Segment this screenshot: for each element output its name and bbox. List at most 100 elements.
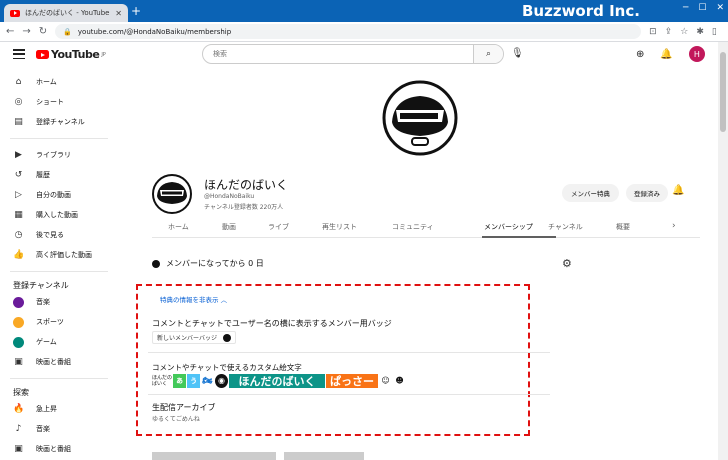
account-avatar[interactable]: H <box>688 46 705 62</box>
sidebar-item-music[interactable]: ♪ 音楽 <box>0 419 120 439</box>
perk-divider <box>148 352 550 353</box>
sidebar-item-purchases[interactable]: ▦ 購入した動画 <box>0 205 120 225</box>
chevron-right-icon[interactable]: › <box>672 221 676 231</box>
scrollbar-thumb[interactable] <box>720 52 726 132</box>
sidebar-item-label: ホーム <box>36 78 57 86</box>
home-icon: ⌂ <box>15 77 22 87</box>
tab-membership[interactable]: メンバーシップ <box>484 222 533 232</box>
music-channel-icon <box>13 296 24 308</box>
tab-playlists[interactable]: 再生リスト <box>322 222 357 232</box>
new-tab-button[interactable]: + <box>131 4 141 18</box>
back-icon[interactable]: ← <box>6 26 14 37</box>
emoji-passa-text: ぱっさー <box>326 373 378 388</box>
sidebar-item-label: 登録チャンネル <box>36 118 85 126</box>
lock-icon: 🔒 <box>63 27 72 36</box>
sidebar-item-your-videos[interactable]: ▷ 自分の動画 <box>0 185 120 205</box>
bookmark-star-icon[interactable]: ☆ <box>680 27 688 37</box>
sidebar-item-library[interactable]: ▶ ライブラリ <box>0 145 120 165</box>
tab-about[interactable]: 概要 <box>616 222 630 232</box>
youtube-logo[interactable]: YouTube JP <box>36 48 106 61</box>
subscribed-button[interactable]: 登録済み <box>626 184 668 202</box>
hide-perks-label: 特典の情報を非表示 <box>160 296 219 304</box>
tab-live[interactable]: ライブ <box>268 222 289 232</box>
chevron-up-icon: ︿ <box>220 296 228 304</box>
video-thumbnails <box>152 452 364 460</box>
channel-handle: @HondaNoBaiku <box>204 193 255 200</box>
purchases-icon: ▦ <box>14 210 23 220</box>
maximize-icon[interactable]: ☐ <box>698 3 706 13</box>
sidebar-item-label: 自分の動画 <box>36 191 71 199</box>
member-badge-icon <box>222 333 231 342</box>
minimize-icon[interactable]: ─ <box>683 3 688 13</box>
movies-icon: ▣ <box>14 444 23 454</box>
sports-channel-icon <box>13 316 24 328</box>
sidebar-divider <box>10 378 108 379</box>
sidebar-sub-sports[interactable]: スポーツ <box>0 312 120 332</box>
sidebar-sub-music[interactable]: 音楽 <box>0 292 120 312</box>
emoji-blue: ぅ <box>187 373 200 388</box>
sidebar-sub-gaming[interactable]: ゲーム <box>0 332 120 352</box>
sidebar-item-label: 購入した動画 <box>36 211 78 219</box>
extensions-icon[interactable]: ✱ <box>696 27 704 37</box>
sidebar-item-history[interactable]: ↺ 履歴 <box>0 165 120 185</box>
hide-perks-toggle[interactable]: 特典の情報を非表示 ︿ <box>160 294 227 304</box>
sidebar-item-label: 履歴 <box>36 171 50 179</box>
sidebar-item-label: 急上昇 <box>36 405 57 413</box>
search-button[interactable]: ⌕ <box>473 45 503 63</box>
tab-close-icon[interactable]: ✕ <box>115 9 122 18</box>
notifications-icon[interactable]: 🔔 <box>660 49 672 60</box>
page-scrollbar[interactable] <box>718 42 728 460</box>
emoji-honda-text: ほんだのばいく <box>229 373 325 388</box>
channel-tabs: ホーム 動画 ライブ 再生リスト コミュニティ メンバーシップ チャンネル 概要… <box>152 218 700 238</box>
member-perks-button[interactable]: メンバー特典 <box>562 184 619 202</box>
gear-icon[interactable]: ⚙ <box>562 257 572 270</box>
membership-status: メンバーになってから 0 日 <box>152 258 576 269</box>
sidebar-item-label: 映画と番組 <box>36 445 71 453</box>
tab-channels[interactable]: チャンネル <box>548 222 583 232</box>
live-archive-title: 生配信アーカイブ <box>152 403 216 412</box>
perk-divider <box>148 394 550 395</box>
sidebar-item-label: 後で見る <box>36 231 64 239</box>
sidebar-item-watch-later[interactable]: ◷ 後で見る <box>0 225 120 245</box>
create-video-icon[interactable]: ⊕ <box>636 49 644 60</box>
sidebar-item-subscriptions[interactable]: ▤ 登録チャンネル <box>0 112 120 132</box>
install-icon[interactable]: ⊡ <box>649 27 657 37</box>
share-icon[interactable]: ⇪ <box>665 27 673 37</box>
membership-duration: メンバーになってから 0 日 <box>166 259 264 268</box>
subscriber-count: チャンネル登録者数 220万人 <box>204 204 284 211</box>
youtube-logo-icon <box>36 50 49 59</box>
browser-tab[interactable]: ほんだのばいく - YouTube ✕ <box>4 4 128 22</box>
sidebar-item-movies[interactable]: ▣ 映画と番組 <box>0 439 120 459</box>
tab-videos[interactable]: 動画 <box>222 222 236 232</box>
sidebar-item-shorts[interactable]: ◎ ショート <box>0 92 120 112</box>
tab-community[interactable]: コミュニティ <box>392 222 434 232</box>
sidebar-item-trending[interactable]: 🔥 急上昇 <box>0 399 120 419</box>
sidebar-item-label: ライブラリ <box>36 151 71 159</box>
emoji-perk-title: コメントやチャットで使えるカスタム絵文字 <box>152 363 302 372</box>
sidebar-item-label: ゲーム <box>36 338 57 346</box>
microphone-icon[interactable]: 🎙 <box>511 48 524 59</box>
channel-avatar[interactable] <box>152 174 192 214</box>
search-input[interactable] <box>203 50 473 58</box>
tab-title: ほんだのばいく - YouTube <box>25 9 110 17</box>
sidebar-divider <box>10 271 108 272</box>
tab-home[interactable]: ホーム <box>168 222 189 232</box>
sidebar-item-label: 映画と番組 <box>36 358 71 366</box>
video-thumbnail[interactable] <box>152 452 276 460</box>
hamburger-menu-icon[interactable] <box>13 49 25 59</box>
sidebar-item-home[interactable]: ⌂ ホーム <box>0 72 120 92</box>
forward-icon[interactable]: → <box>22 26 30 37</box>
notification-bell-icon[interactable]: 🔔 <box>672 185 684 196</box>
sidepanel-icon[interactable]: ▯ <box>712 27 717 37</box>
sidebar-sub-movies[interactable]: ▣ 映画と番組 <box>0 352 120 372</box>
video-thumbnail[interactable] <box>284 452 364 460</box>
close-window-icon[interactable]: ✕ <box>716 3 724 13</box>
sidebar-item-label: ショート <box>36 98 64 106</box>
address-bar[interactable]: 🔒 youtube.com/@HondaNoBaiku/membership <box>55 24 642 39</box>
emoji-helmet-icon: ◉ <box>215 373 228 388</box>
reload-icon[interactable]: ↻ <box>39 26 47 37</box>
sidebar-item-label: 高く評価した動画 <box>36 251 92 259</box>
badge-chip-label: 新しいメンバーバッジ <box>157 335 217 342</box>
sidebar-item-liked[interactable]: 👍 高く評価した動画 <box>0 245 120 265</box>
channel-page: ほんだのばいく @HondaNoBaiku チャンネル登録者数 220万人 メン… <box>120 68 718 460</box>
